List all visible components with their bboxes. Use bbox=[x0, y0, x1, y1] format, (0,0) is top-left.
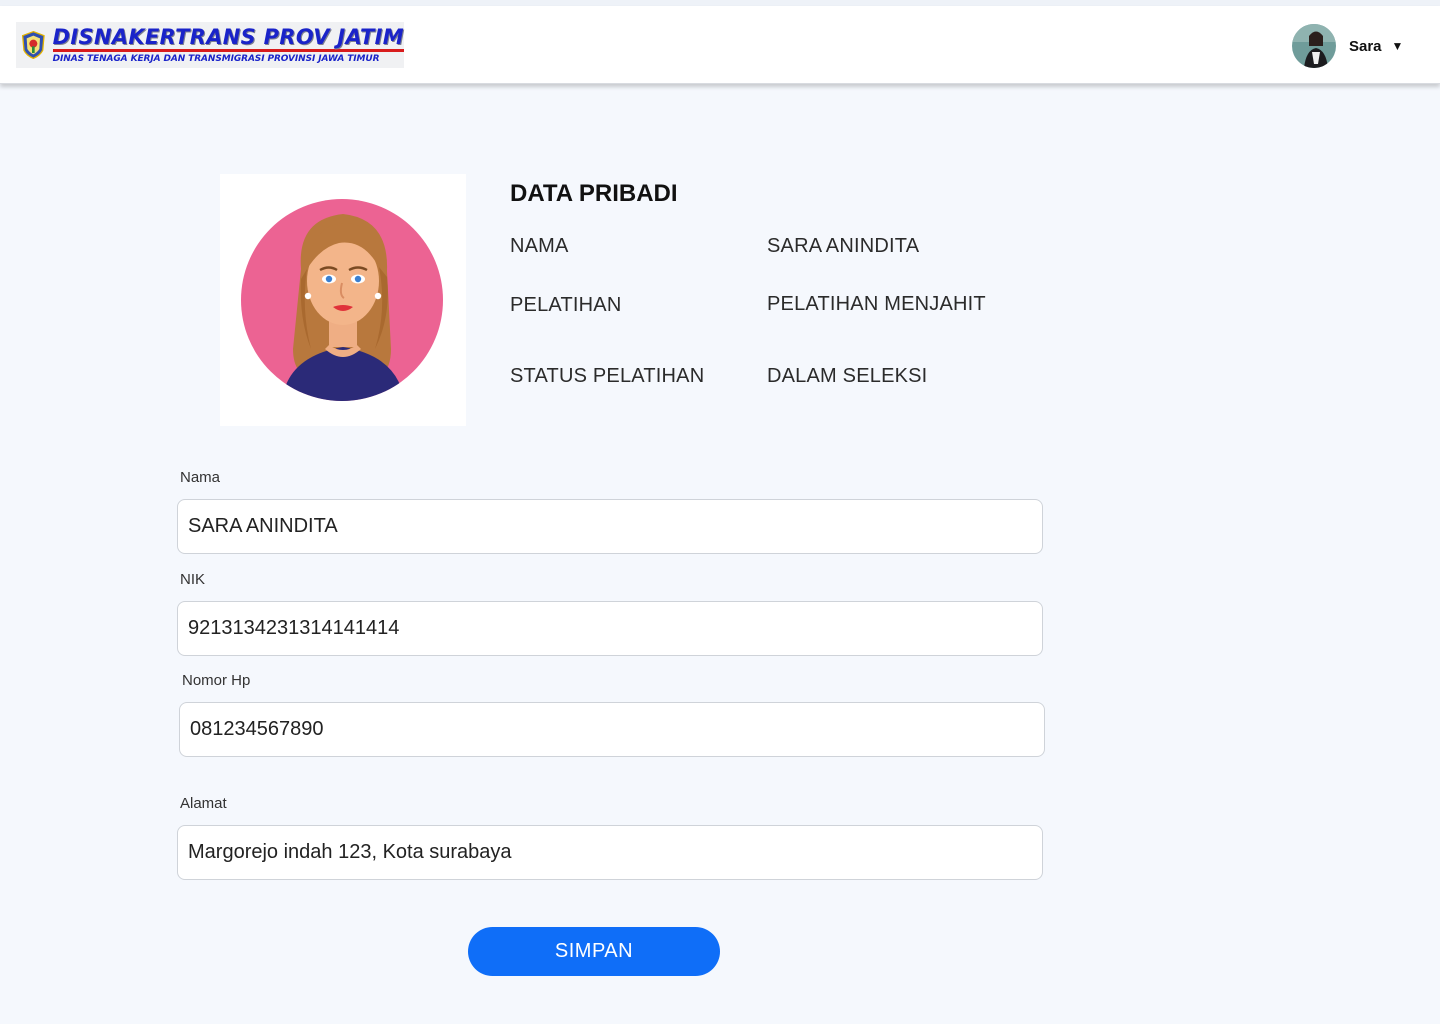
value-pelatihan: PELATIHAN MENJAHIT bbox=[767, 293, 986, 315]
nama-label: Nama bbox=[180, 469, 221, 486]
chevron-down-icon[interactable]: ▼ bbox=[1392, 39, 1404, 53]
nomor-hp-input[interactable] bbox=[179, 702, 1045, 757]
user-name[interactable]: Sara bbox=[1349, 38, 1382, 55]
nama-input[interactable] bbox=[177, 499, 1043, 554]
label-nama: NAMA bbox=[510, 235, 569, 257]
user-avatar[interactable] bbox=[1292, 24, 1336, 68]
alamat-input[interactable] bbox=[177, 825, 1043, 880]
value-nama: SARA ANINDITA bbox=[767, 235, 920, 257]
value-status-pelatihan: DALAM SELEKSI bbox=[767, 365, 928, 387]
profile-photo-card bbox=[220, 174, 466, 426]
user-photo-icon bbox=[1292, 24, 1336, 68]
nik-label: NIK bbox=[180, 571, 206, 588]
female-avatar-icon bbox=[241, 199, 443, 401]
user-menu[interactable]: Sara ▼ bbox=[1292, 24, 1403, 68]
alamat-label: Alamat bbox=[180, 795, 227, 812]
logo-title: DISNAKERTRANS PROV JATIM bbox=[52, 26, 404, 52]
label-pelatihan: PELATIHAN bbox=[510, 294, 622, 316]
profile-section-title: DATA PRIBADI bbox=[510, 180, 678, 207]
save-button[interactable]: SIMPAN bbox=[468, 927, 720, 976]
site-logo[interactable]: DISNAKERTRANS PROV JATIM DINAS TENAGA KE… bbox=[16, 22, 404, 68]
app-header: DISNAKERTRANS PROV JATIM DINAS TENAGA KE… bbox=[0, 6, 1440, 84]
nik-input[interactable] bbox=[177, 601, 1043, 656]
nomor-hp-label: Nomor Hp bbox=[182, 672, 251, 689]
emblem-icon bbox=[21, 30, 45, 60]
logo-subtitle: DINAS TENAGA KERJA DAN TRANSMIGRASI PROV… bbox=[52, 53, 380, 64]
label-status-pelatihan: STATUS PELATIHAN bbox=[510, 365, 705, 387]
